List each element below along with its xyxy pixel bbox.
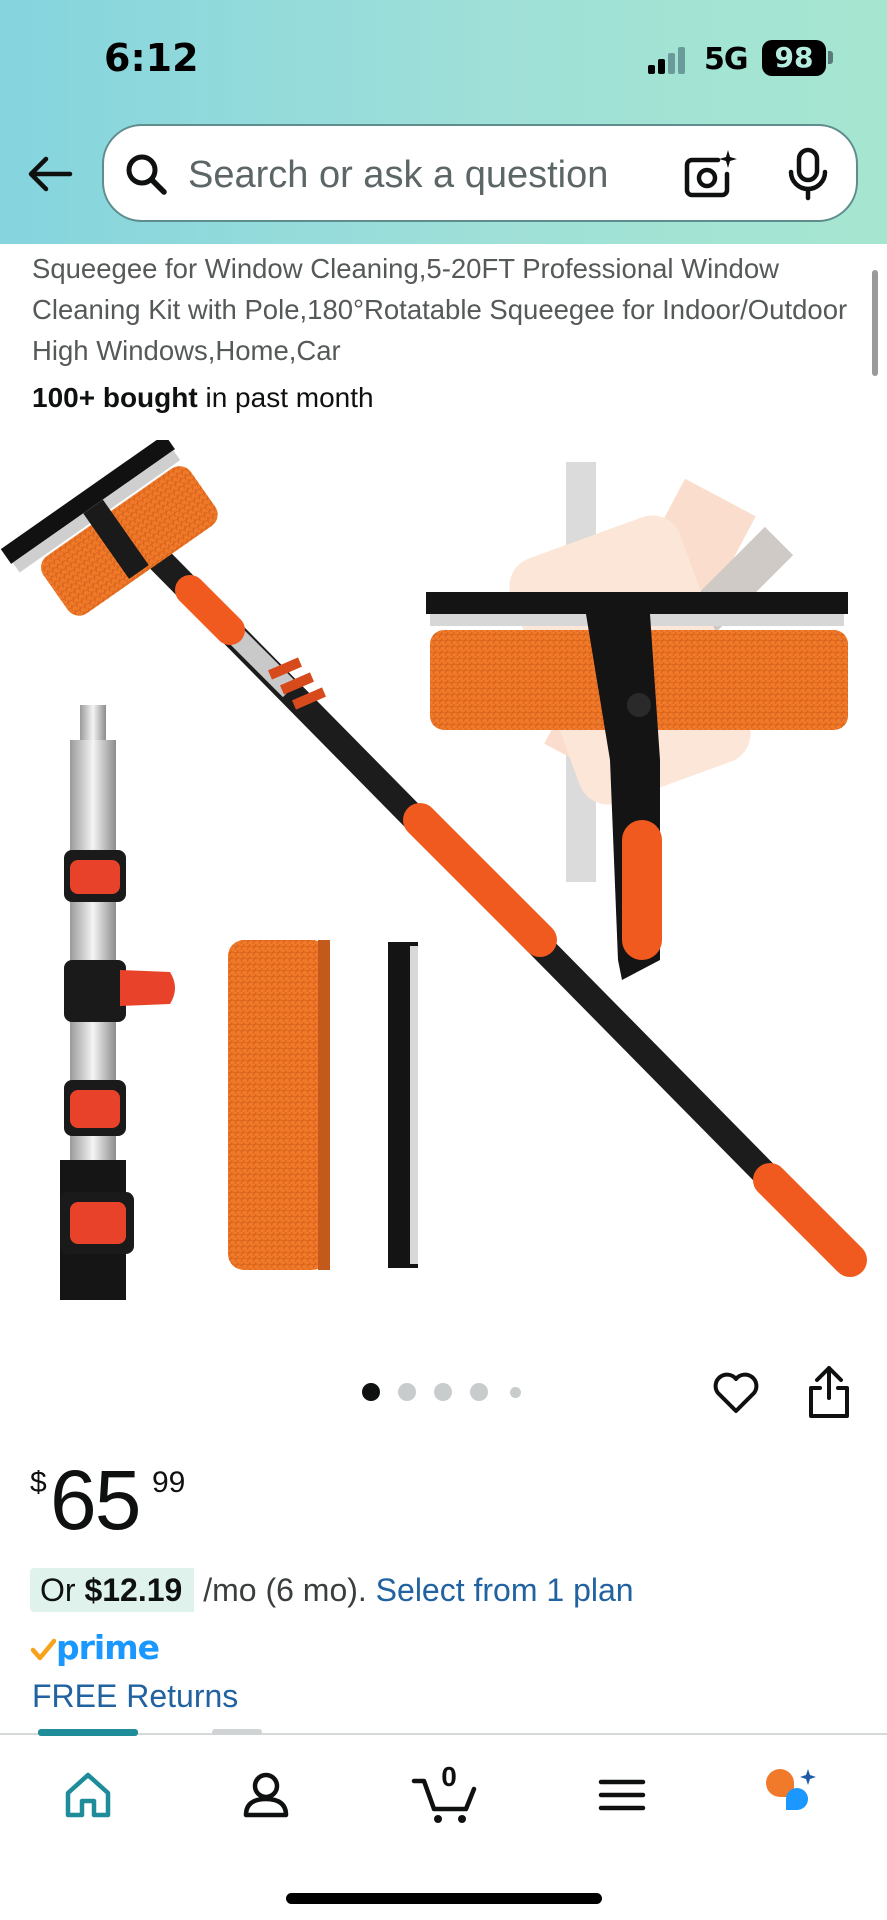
signal-strength-icon	[648, 46, 688, 74]
heart-icon[interactable]	[710, 1366, 762, 1418]
carousel-dot[interactable]	[362, 1383, 380, 1401]
search-icon	[124, 152, 168, 196]
product-title[interactable]: Squeegee for Window Cleaning,5-20FT Prof…	[32, 248, 862, 371]
search-input[interactable]: Search or ask a question	[188, 154, 608, 197]
bottom-navigation: 0	[0, 1729, 887, 1920]
camera-search-icon[interactable]	[682, 146, 738, 202]
back-arrow-icon[interactable]	[24, 148, 76, 200]
home-indicator[interactable]	[286, 1893, 602, 1904]
nav-account[interactable]	[236, 1765, 296, 1825]
search-bar[interactable]: Search or ask a question	[102, 124, 858, 222]
carousel-dot[interactable]	[470, 1383, 488, 1401]
installment-pill: Or $12.19	[30, 1568, 195, 1612]
installment-term: /mo (6 mo).	[194, 1572, 376, 1608]
carousel-dot[interactable]	[510, 1387, 521, 1398]
installment-prefix: Or	[40, 1572, 85, 1608]
carousel-dot[interactable]	[434, 1383, 452, 1401]
rufus-icon	[766, 1769, 816, 1810]
active-tab-indicator	[38, 1729, 138, 1736]
scrollbar[interactable]	[872, 270, 878, 376]
prime-label: prime	[56, 1628, 160, 1667]
price-fraction: 99	[152, 1466, 186, 1499]
bought-count: 100+ bought in past month	[32, 382, 374, 414]
free-returns-link[interactable]: FREE Returns	[32, 1678, 238, 1715]
bought-count-bold: 100+ bought	[32, 382, 198, 413]
battery-nub	[828, 51, 833, 64]
share-icon[interactable]	[804, 1364, 854, 1420]
battery-indicator: 98	[762, 40, 826, 76]
tab-peek	[212, 1729, 262, 1735]
hamburger-icon	[598, 1779, 646, 1811]
nav-home[interactable]	[58, 1765, 118, 1825]
installment-amount: $12.19	[84, 1572, 183, 1608]
network-type: 5G	[704, 42, 748, 77]
app-header: 6:12 5G 98 Search or ask a question	[0, 0, 887, 244]
installment-offer: Or $12.19 /mo (6 mo). Select from 1 plan	[30, 1568, 634, 1612]
prime-check-icon	[30, 1638, 56, 1661]
home-icon	[65, 1772, 111, 1818]
price-whole: 65	[50, 1453, 141, 1547]
status-time: 6:12	[104, 36, 199, 80]
nav-menu[interactable]	[592, 1765, 652, 1825]
select-plan-link[interactable]: Select from 1 plan	[376, 1572, 634, 1608]
carousel-dot[interactable]	[398, 1383, 416, 1401]
nav-rufus[interactable]	[762, 1765, 822, 1825]
product-image[interactable]	[0, 434, 887, 1300]
microphone-icon[interactable]	[784, 146, 832, 202]
bought-count-rest: in past month	[197, 382, 374, 413]
cart-count: 0	[441, 1761, 457, 1792]
price-symbol: $	[30, 1466, 47, 1499]
person-icon	[243, 1772, 289, 1818]
